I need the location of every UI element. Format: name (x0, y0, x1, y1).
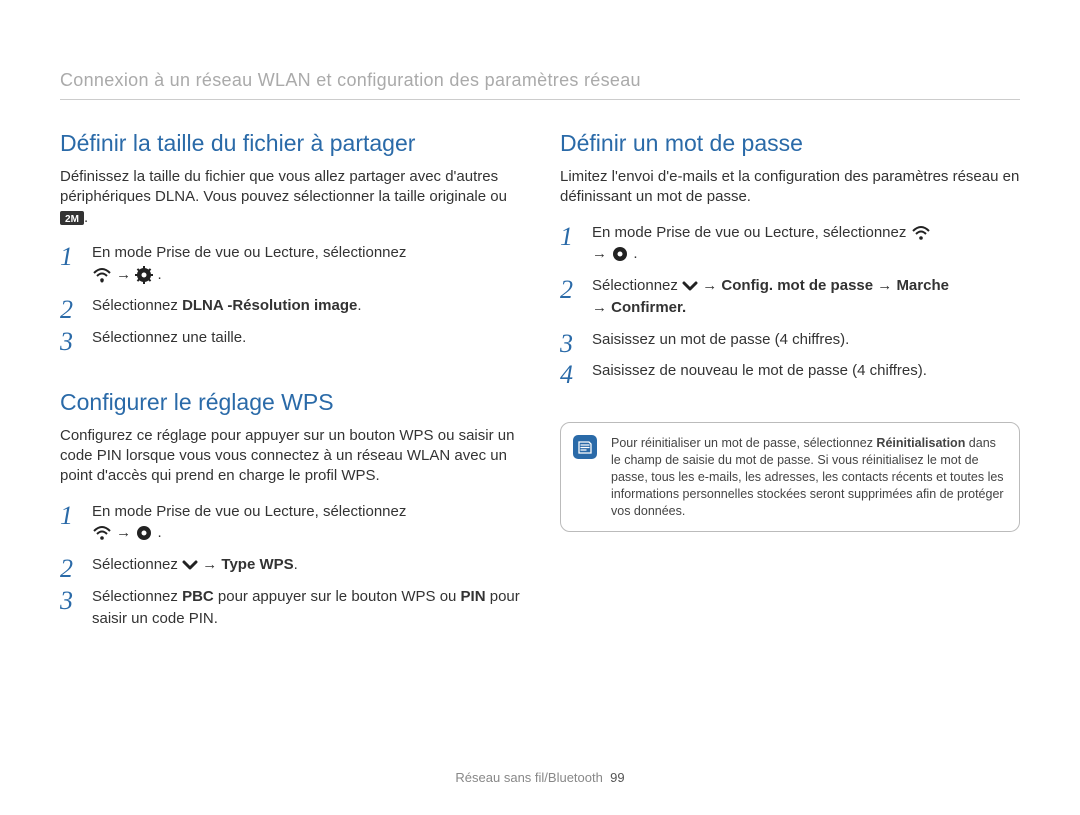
section-title-password: Définir un mot de passe (560, 130, 1020, 157)
note-box: Pour réinitialiser un mot de passe, séle… (560, 422, 1020, 532)
wifi-icon (911, 225, 931, 241)
marche-option: Marche (896, 277, 949, 294)
step-2: Sélectionnez → Type WPS. (60, 554, 520, 576)
2m-size-icon: 2M (60, 211, 84, 225)
section-intro-file-size: Définissez la taille du fichier que vous… (60, 167, 520, 228)
step-text-end: . (294, 556, 298, 573)
header-rule (60, 99, 1020, 100)
steps-password: En mode Prise de vue ou Lecture, sélecti… (560, 222, 1020, 383)
pin-option: PIN (461, 588, 486, 605)
page-number: 99 (610, 770, 624, 785)
section-intro-wps: Configurez ce réglage pour appuyer sur u… (60, 426, 520, 487)
step-text-end: . (633, 245, 637, 262)
step-text: Sélectionnez une taille. (92, 329, 246, 346)
note-text: Pour réinitialiser un mot de passe, séle… (611, 436, 876, 450)
step-2: Sélectionnez → Config. mot de passe → Ma… (560, 275, 1020, 319)
step-text-end: . (158, 524, 162, 541)
wifi-icon (92, 525, 112, 541)
step-2: Sélectionnez DLNA -Résolution image. (60, 295, 520, 317)
note-icon (573, 435, 597, 459)
gear-icon (135, 524, 153, 542)
intro-text-end: . (84, 209, 88, 226)
confirmer-option: Confirmer. (611, 299, 686, 316)
step-text-end: . (357, 297, 361, 314)
step-text: En mode Prise de vue ou Lecture, sélecti… (592, 224, 911, 241)
reinitialisation-option: Réinitialisation (876, 436, 965, 450)
step-text: Sélectionnez (592, 277, 682, 294)
steps-file-size: En mode Prise de vue ou Lecture, sélecti… (60, 242, 520, 349)
arrow: → (873, 277, 896, 294)
step-3: Saisissez un mot de passe (4 chiffres). (560, 329, 1020, 351)
step-text: pour appuyer sur le bouton WPS ou (214, 588, 461, 605)
arrow: → (198, 556, 221, 573)
wifi-icon (92, 267, 112, 283)
step-text: En mode Prise de vue ou Lecture, sélecti… (92, 244, 406, 261)
gear-icon (611, 245, 629, 263)
arrow: → (116, 266, 135, 283)
chevron-down-icon (182, 559, 198, 571)
breadcrumb: Connexion à un réseau WLAN et configurat… (60, 70, 1020, 91)
steps-wps: En mode Prise de vue ou Lecture, sélecti… (60, 501, 520, 630)
step-text: En mode Prise de vue ou Lecture, sélecti… (92, 503, 406, 520)
step-text-end: . (158, 266, 162, 283)
pbc-option: PBC (182, 588, 214, 605)
step-1: En mode Prise de vue ou Lecture, sélecti… (60, 242, 520, 286)
svg-text:2M: 2M (65, 214, 79, 225)
section-title-file-size: Définir la taille du fichier à partager (60, 130, 520, 157)
step-text: Sélectionnez (92, 588, 182, 605)
gear-icon (135, 266, 153, 284)
step-text: Sélectionnez (92, 556, 182, 573)
section-title-wps: Configurer le réglage WPS (60, 389, 520, 416)
arrow: → (116, 524, 135, 541)
intro-text: Définissez la taille du fichier que vous… (60, 168, 507, 205)
step-3: Sélectionnez PBC pour appuyer sur le bou… (60, 586, 520, 630)
step-3: Sélectionnez une taille. (60, 327, 520, 349)
right-column: Définir un mot de passe Limitez l'envoi … (560, 130, 1020, 669)
footer-section: Réseau sans fil/Bluetooth (455, 770, 602, 785)
config-password-option: Config. mot de passe (721, 277, 873, 294)
arrow: → (592, 245, 611, 262)
step-1: En mode Prise de vue ou Lecture, sélecti… (560, 222, 1020, 266)
step-text: Saisissez de nouveau le mot de passe (4 … (592, 362, 927, 379)
chevron-down-icon (682, 280, 698, 292)
section-intro-password: Limitez l'envoi d'e-mails et la configur… (560, 167, 1020, 208)
arrow: → (698, 277, 721, 294)
dlna-option: DLNA -Résolution image (182, 297, 357, 314)
footer: Réseau sans fil/Bluetooth 99 (0, 770, 1080, 785)
step-text: Saisissez un mot de passe (4 chiffres). (592, 331, 849, 348)
left-column: Définir la taille du fichier à partager … (60, 130, 520, 669)
step-1: En mode Prise de vue ou Lecture, sélecti… (60, 501, 520, 545)
type-wps-option: Type WPS (221, 556, 293, 573)
arrow: → (592, 299, 611, 316)
step-4: Saisissez de nouveau le mot de passe (4 … (560, 360, 1020, 382)
step-text: Sélectionnez (92, 297, 182, 314)
